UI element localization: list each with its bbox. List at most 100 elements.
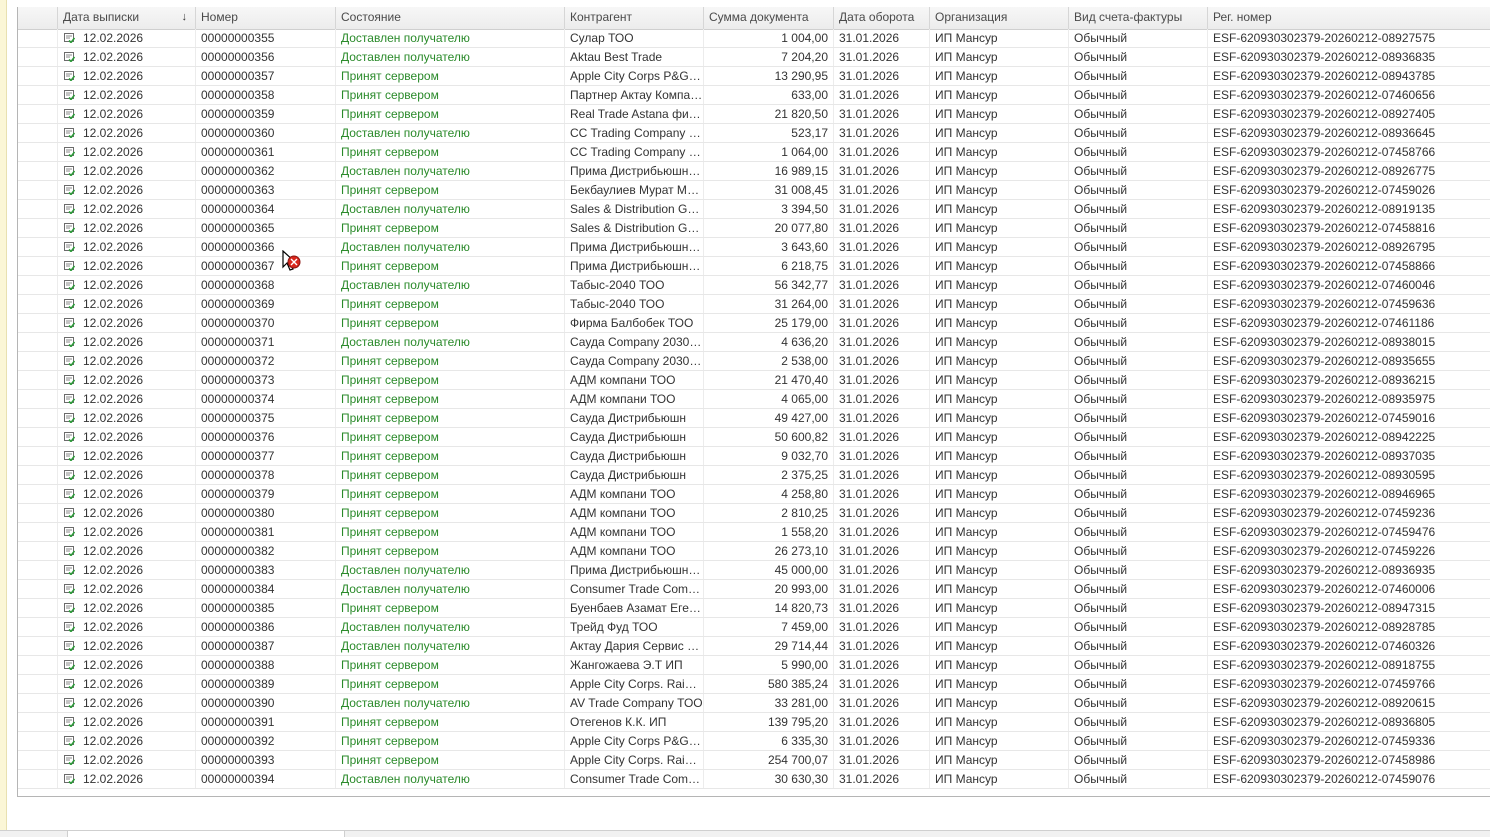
- cell-number: 00000000386: [196, 618, 336, 636]
- table-row[interactable]: 12.02.2026 00000000371 Доставлен получател…: [18, 333, 1490, 352]
- row-icon-cell: [18, 599, 58, 617]
- table-row[interactable]: 12.02.2026 00000000386 Доставлен получател…: [18, 618, 1490, 637]
- table-row[interactable]: 12.02.2026 00000000363 Принят сервером Бекб…: [18, 181, 1490, 200]
- cell-amount: 6 218,75: [704, 257, 834, 275]
- cell-invoice-kind: Обычный: [1069, 390, 1208, 408]
- table-row[interactable]: 12.02.2026 00000000392 Принят сервером Appl…: [18, 732, 1490, 751]
- cell-turnover-date: 31.01.2026: [834, 29, 930, 47]
- table-row[interactable]: 12.02.2026 00000000383 Доставлен получател…: [18, 561, 1490, 580]
- cell-number: 00000000374: [196, 390, 336, 408]
- table-row[interactable]: 12.02.2026 00000000377 Принят сервером Сауд…: [18, 447, 1490, 466]
- header-turnover-date[interactable]: Дата оборота: [834, 7, 930, 29]
- row-icon-cell: [18, 485, 58, 503]
- table-row[interactable]: 12.02.2026 00000000374 Принят сервером АДМ …: [18, 390, 1490, 409]
- table-row[interactable]: 12.02.2026 00000000385 Принят сервером Буен…: [18, 599, 1490, 618]
- header-amount[interactable]: Сумма документа: [704, 7, 834, 29]
- cell-invoice-kind: Обычный: [1069, 276, 1208, 294]
- table-row[interactable]: 12.02.2026 00000000376 Принят сервером Сауд…: [18, 428, 1490, 447]
- table-row[interactable]: 12.02.2026 00000000389 Принят сервером Appl…: [18, 675, 1490, 694]
- header-number[interactable]: Номер: [196, 7, 336, 29]
- cell-date: 12.02.2026: [58, 48, 196, 66]
- table-row[interactable]: 12.02.2026 00000000382 Принят сервером АДМ …: [18, 542, 1490, 561]
- table-row[interactable]: 12.02.2026 00000000381 Принят сервером АДМ …: [18, 523, 1490, 542]
- bottom-tab[interactable]: [67, 830, 345, 837]
- row-icon-cell: [18, 447, 58, 465]
- table-row[interactable]: 12.02.2026 00000000365 Принят сервером Sale…: [18, 219, 1490, 238]
- table-row[interactable]: 12.02.2026 00000000361 Принят сервером CC T…: [18, 143, 1490, 162]
- table-row[interactable]: 12.02.2026 00000000359 Принят сервером Real…: [18, 105, 1490, 124]
- table-row[interactable]: 12.02.2026 00000000370 Принят сервером Фирм…: [18, 314, 1490, 333]
- cell-state: Принят сервером: [336, 466, 565, 484]
- cell-turnover-date: 31.01.2026: [834, 599, 930, 617]
- table-row[interactable]: 12.02.2026 00000000378 Принят сервером Сауд…: [18, 466, 1490, 485]
- header-date[interactable]: Дата выписки ↓: [58, 7, 196, 29]
- table-row[interactable]: 12.02.2026 00000000384 Доставлен получател…: [18, 580, 1490, 599]
- table-row[interactable]: 12.02.2026 00000000362 Доставлен получател…: [18, 162, 1490, 181]
- table-row[interactable]: 12.02.2026 00000000390 Доставлен получател…: [18, 694, 1490, 713]
- table-row[interactable]: 12.02.2026 00000000380 Принят сервером АДМ …: [18, 504, 1490, 523]
- cell-reg-number: ESF-620930302379-20260212-08942225: [1208, 428, 1490, 446]
- table-row[interactable]: 12.02.2026 00000000368 Доставлен получател…: [18, 276, 1490, 295]
- table-row[interactable]: 12.02.2026 00000000393 Принят сервером Appl…: [18, 751, 1490, 770]
- table-row[interactable]: 12.02.2026 00000000373 Принят сервером АДМ …: [18, 371, 1490, 390]
- table-row[interactable]: 12.02.2026 00000000372 Принят сервером Сауд…: [18, 352, 1490, 371]
- table-row[interactable]: 12.02.2026 00000000379 Принят сервером АДМ …: [18, 485, 1490, 504]
- cell-organization: ИП Мансур: [930, 675, 1069, 693]
- header-reg-number[interactable]: Рег. номер: [1208, 7, 1490, 29]
- table-row[interactable]: 12.02.2026 00000000367 Принят сервером Прим…: [18, 257, 1490, 276]
- cell-reg-number: ESF-620930302379-20260212-07459636: [1208, 295, 1490, 313]
- header-invoice-kind[interactable]: Вид счета-фактуры: [1069, 7, 1208, 29]
- header-counterparty[interactable]: Контрагент: [565, 7, 704, 29]
- cell-invoice-kind: Обычный: [1069, 694, 1208, 712]
- cell-turnover-date: 31.01.2026: [834, 276, 930, 294]
- cell-invoice-kind: Обычный: [1069, 751, 1208, 769]
- table-body: 12.02.2026 00000000355 Доставлен получател…: [18, 29, 1490, 789]
- table-row[interactable]: 12.02.2026 00000000387 Доставлен получател…: [18, 637, 1490, 656]
- cell-turnover-date: 31.01.2026: [834, 333, 930, 351]
- cell-organization: ИП Мансур: [930, 352, 1069, 370]
- cell-date: 12.02.2026: [58, 200, 196, 218]
- cell-reg-number: ESF-620930302379-20260212-07459076: [1208, 770, 1490, 788]
- table-row[interactable]: 12.02.2026 00000000358 Принят сервером Парт…: [18, 86, 1490, 105]
- table-row[interactable]: 12.02.2026 00000000366 Доставлен получател…: [18, 238, 1490, 257]
- table-row[interactable]: 12.02.2026 00000000369 Принят сервером Табы…: [18, 295, 1490, 314]
- table-row[interactable]: 12.02.2026 00000000394 Доставлен получател…: [18, 770, 1490, 789]
- cell-invoice-kind: Обычный: [1069, 580, 1208, 598]
- header-organization[interactable]: Организация: [930, 7, 1069, 29]
- cell-turnover-date: 31.01.2026: [834, 770, 930, 788]
- cell-counterparty: Сауда Company 2030 ТОО: [565, 333, 704, 351]
- cell-amount: 7 459,00: [704, 618, 834, 636]
- cell-date: 12.02.2026: [58, 485, 196, 503]
- table-row[interactable]: 12.02.2026 00000000388 Принят сервером Жанг…: [18, 656, 1490, 675]
- table-row[interactable]: 12.02.2026 00000000375 Принят сервером Сауд…: [18, 409, 1490, 428]
- table-row[interactable]: 12.02.2026 00000000357 Принят сервером Appl…: [18, 67, 1490, 86]
- cell-organization: ИП Мансур: [930, 504, 1069, 522]
- cell-number: 00000000375: [196, 409, 336, 427]
- cell-amount: 20 993,00: [704, 580, 834, 598]
- cell-amount: 4 258,80: [704, 485, 834, 503]
- table-row[interactable]: 12.02.2026 00000000364 Доставлен получател…: [18, 200, 1490, 219]
- cell-amount: 21 820,50: [704, 105, 834, 123]
- cell-invoice-kind: Обычный: [1069, 371, 1208, 389]
- cell-state: Принят сервером: [336, 523, 565, 541]
- cell-number: 00000000394: [196, 770, 336, 788]
- cell-counterparty: Табыс-2040 ТОО: [565, 295, 704, 313]
- cell-turnover-date: 31.01.2026: [834, 295, 930, 313]
- header-icon-column[interactable]: [18, 7, 58, 29]
- table-row[interactable]: 12.02.2026 00000000360 Доставлен получател…: [18, 124, 1490, 143]
- cell-amount: 26 273,10: [704, 542, 834, 560]
- invoice-table[interactable]: Дата выписки ↓ Номер Состояние Контраген…: [17, 7, 1490, 797]
- cell-state: Принят сервером: [336, 181, 565, 199]
- table-row[interactable]: 12.02.2026 00000000355 Доставлен получател…: [18, 29, 1490, 48]
- cell-date: 12.02.2026: [58, 542, 196, 560]
- table-row[interactable]: 12.02.2026 00000000391 Принят сервером Отег…: [18, 713, 1490, 732]
- cell-invoice-kind: Обычный: [1069, 200, 1208, 218]
- cell-invoice-kind: Обычный: [1069, 732, 1208, 750]
- header-state[interactable]: Состояние: [336, 7, 565, 29]
- table-row[interactable]: 12.02.2026 00000000356 Доставлен получател…: [18, 48, 1490, 67]
- cell-state: Доставлен получателю: [336, 48, 565, 66]
- row-icon-cell: [18, 523, 58, 541]
- cell-date: 12.02.2026: [58, 276, 196, 294]
- cell-amount: 7 204,20: [704, 48, 834, 66]
- cell-turnover-date: 31.01.2026: [834, 580, 930, 598]
